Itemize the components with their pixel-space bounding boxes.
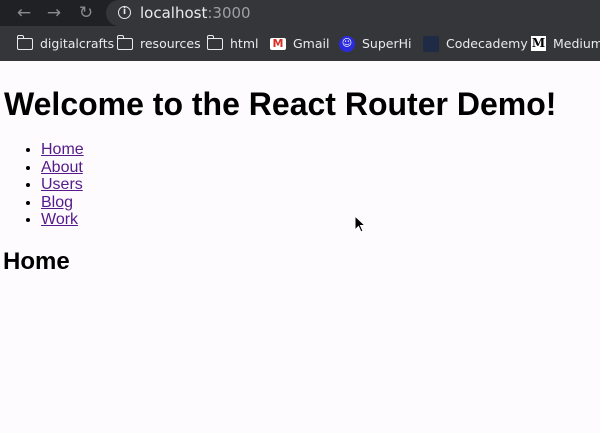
users-link[interactable]: Users <box>41 176 83 193</box>
work-link[interactable]: Work <box>41 211 78 228</box>
nav-links: Home About Users Blog Work <box>0 141 84 229</box>
bookmark-label: SuperHi <box>362 36 412 51</box>
codecademy-icon <box>423 35 439 52</box>
bookmarks-bar: digitalcrafts resources html M Gmail ☺ S… <box>0 26 600 61</box>
bookmark-codecademy[interactable]: Codecademy <box>423 26 528 61</box>
bookmark-superhi[interactable]: ☺ SuperHi <box>339 26 412 61</box>
nav-item: Blog <box>41 194 84 212</box>
nav-item: About <box>41 159 84 177</box>
reload-icon[interactable]: ↻ <box>74 1 98 25</box>
mouse-pointer-icon <box>354 215 366 233</box>
blog-link[interactable]: Blog <box>41 194 73 211</box>
folder-icon <box>206 34 223 50</box>
bookmark-resources[interactable]: resources <box>116 26 201 61</box>
medium-icon: M <box>531 36 546 51</box>
url-host: localhost <box>140 4 208 22</box>
superhi-icon: ☺ <box>339 35 355 52</box>
bookmark-label: digitalcrafts <box>40 36 115 51</box>
browser-toolbar: ← → ↻ i localhost:3000 <box>0 0 600 26</box>
home-link[interactable]: Home <box>41 141 84 158</box>
bookmark-label: Codecademy <box>446 36 528 51</box>
page-content: Welcome to the React Router Demo! Home A… <box>0 61 600 433</box>
bookmark-label: Gmail <box>293 36 330 51</box>
forward-arrow-icon[interactable]: → <box>42 1 66 25</box>
url-text[interactable]: localhost:3000 <box>140 3 251 23</box>
bookmark-gmail[interactable]: M Gmail <box>270 26 329 61</box>
address-bar[interactable]: i localhost:3000 <box>106 0 600 26</box>
bookmark-medium[interactable]: M Medium <box>531 26 600 61</box>
route-title: Home <box>3 248 70 275</box>
bookmark-digitalcrafts[interactable]: digitalcrafts <box>16 26 115 61</box>
url-port: :3000 <box>207 4 251 22</box>
bookmark-label: html <box>230 36 259 51</box>
bookmark-label: Medium <box>553 36 600 51</box>
page-heading: Welcome to the React Router Demo! <box>4 86 557 122</box>
nav-item: Users <box>41 176 84 194</box>
gmail-icon: M <box>270 37 286 50</box>
about-link[interactable]: About <box>41 159 83 176</box>
back-arrow-icon[interactable]: ← <box>12 1 36 25</box>
folder-icon <box>116 34 133 50</box>
site-info-icon[interactable]: i <box>118 6 131 19</box>
bookmark-html[interactable]: html <box>206 26 259 61</box>
folder-icon <box>16 34 33 50</box>
nav-item: Home <box>41 141 84 159</box>
nav-item: Work <box>41 211 84 229</box>
bookmark-label: resources <box>140 36 201 51</box>
